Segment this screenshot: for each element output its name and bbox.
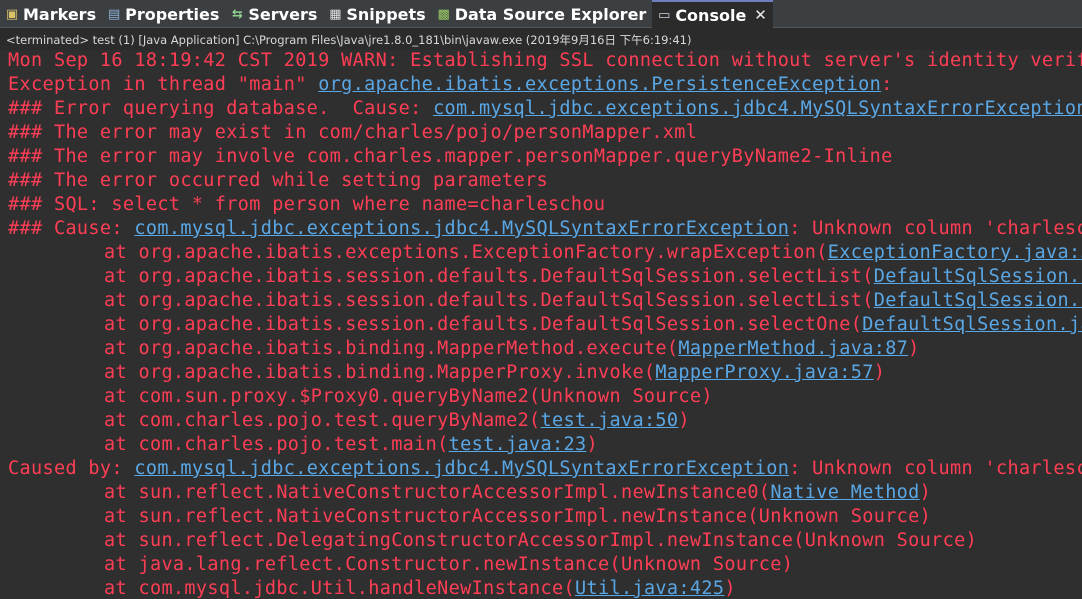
console-text: ) <box>678 410 690 431</box>
stacktrace-link[interactable]: org.apache.ibatis.exceptions.Persistence… <box>318 74 881 95</box>
console-icon: ▭ <box>658 7 671 23</box>
console-line: at sun.reflect.NativeConstructorAccessor… <box>104 505 931 529</box>
tab-snippets[interactable]: ▦ Snippets <box>323 0 431 28</box>
console-text: ) <box>919 482 932 503</box>
servers-icon: ⇆ <box>231 6 243 22</box>
stacktrace-link[interactable]: Native Method <box>770 482 919 503</box>
console-text: ### The error may involve com.charles.ma… <box>8 146 893 167</box>
tab-label: Data Source Explorer <box>454 4 647 24</box>
stacktrace-link[interactable]: test.java:23 <box>449 434 587 455</box>
tab-label: Servers <box>248 4 318 24</box>
stacktrace-link[interactable]: com.mysql.jdbc.exceptions.jdbc4.MySQLSyn… <box>134 458 789 479</box>
tab-console[interactable]: ▭ Console ✕ <box>652 0 773 28</box>
console-line: ### The error may involve com.charles.ma… <box>8 145 893 169</box>
console-text: : Unknown column 'charleschou' <box>789 218 1082 239</box>
stacktrace-link[interactable]: MapperMethod.java:87 <box>678 338 908 359</box>
console-text: ### The error occurred while setting par… <box>8 170 548 191</box>
console-line: ### SQL: select * from person where name… <box>8 193 605 217</box>
console-text: at sun.reflect.NativeConstructorAccessor… <box>104 506 932 527</box>
console-text: ) <box>586 434 598 455</box>
console-line: Exception in thread "main" org.apache.ib… <box>8 73 893 97</box>
console-text: ) <box>724 578 736 599</box>
console-line: at org.apache.ibatis.session.defaults.De… <box>104 265 1082 289</box>
tab-servers[interactable]: ⇆ Servers <box>225 0 323 28</box>
console-line: at com.charles.pojo.test.main(test.java:… <box>104 433 598 457</box>
console-text: at org.apache.ibatis.binding.MapperMetho… <box>104 338 679 359</box>
console-line: at sun.reflect.DelegatingConstructorAcce… <box>104 529 977 553</box>
console-process-status: <terminated> test (1) [Java Application]… <box>0 28 1082 50</box>
console-text: at org.apache.ibatis.session.defaults.De… <box>104 290 874 311</box>
console-line: at com.charles.pojo.test.queryByName2(te… <box>104 409 690 433</box>
console-line: at org.apache.ibatis.binding.MapperMetho… <box>104 337 920 361</box>
console-line: Mon Sep 16 18:19:42 CST 2019 WARN: Estab… <box>8 50 1082 73</box>
console-text: at org.apache.ibatis.binding.MapperProxy… <box>104 362 656 383</box>
stacktrace-link[interactable]: MapperProxy.java:57 <box>655 362 873 383</box>
console-line: ### The error may exist in com/charles/p… <box>8 121 697 145</box>
console-line: at org.apache.ibatis.session.defaults.De… <box>104 313 1082 337</box>
console-text: ### The error may exist in com/charles/p… <box>8 122 698 143</box>
console-text: ### SQL: select * from person where name… <box>8 194 606 215</box>
tab-label: Snippets <box>346 4 426 24</box>
tab-markers[interactable]: ▣ Markers <box>0 0 102 28</box>
console-line: at sun.reflect.NativeConstructorAccessor… <box>104 481 931 505</box>
stacktrace-link[interactable]: Util.java:425 <box>575 578 724 599</box>
stacktrace-link[interactable]: DefaultSqlSession.java:150 <box>874 266 1082 287</box>
console-line: ### Error querying database. Cause: com.… <box>8 97 1082 121</box>
console-text: ) <box>873 362 886 383</box>
console-line: ### The error occurred while setting par… <box>8 169 548 193</box>
tab-data-source-explorer[interactable]: ▩ Data Source Explorer <box>432 0 653 28</box>
console-text: ) <box>908 338 920 359</box>
console-text: at com.charles.pojo.test.main( <box>104 434 449 455</box>
console-line: Caused by: com.mysql.jdbc.exceptions.jdb… <box>8 457 1082 481</box>
console-text: Mon Sep 16 18:19:42 CST 2019 WARN: Estab… <box>8 50 1082 71</box>
console-text: ### Error querying database. Cause: <box>8 98 434 119</box>
console-text: at com.mysql.jdbc.Util.handleNewInstance… <box>104 578 576 599</box>
stacktrace-link[interactable]: com.mysql.jdbc.exceptions.jdbc4.MySQLSyn… <box>134 218 789 239</box>
view-tab-bar: ▣ Markers ▤ Properties ⇆ Servers ▦ Snippets ▩ Dat… <box>0 0 1082 28</box>
console-line: at com.mysql.jdbc.Util.handleNewInstance… <box>104 577 736 599</box>
close-icon[interactable]: ✕ <box>754 6 767 24</box>
tab-properties[interactable]: ▤ Properties <box>102 0 225 28</box>
console-line: at org.apache.ibatis.session.defaults.De… <box>104 289 1082 313</box>
console-text: Caused by: <box>8 458 135 479</box>
console-line: at org.apache.ibatis.binding.MapperProxy… <box>104 361 885 385</box>
console-text: at org.apache.ibatis.session.defaults.De… <box>104 266 874 287</box>
console-text: : <box>881 74 893 95</box>
stacktrace-link[interactable]: com.mysql.jdbc.exceptions.jdbc4.MySQLSyn… <box>433 98 1082 119</box>
console-line: at com.sun.proxy.$Proxy0.queryByName2(Un… <box>104 385 713 409</box>
stacktrace-link[interactable]: test.java:50 <box>541 410 679 431</box>
console-text: at org.apache.ibatis.session.defaults.De… <box>104 314 863 335</box>
console-line: at java.lang.reflect.Constructor.newInst… <box>104 553 793 577</box>
console-text: at org.apache.ibatis.exceptions.Exceptio… <box>104 242 828 263</box>
console-line: at org.apache.ibatis.exceptions.Exceptio… <box>104 241 1082 265</box>
console-text: Exception in thread "main" <box>8 74 319 95</box>
stacktrace-link[interactable]: ExceptionFactory.java:30 <box>828 242 1082 263</box>
properties-icon: ▤ <box>107 6 121 22</box>
snippets-icon: ▦ <box>329 6 342 22</box>
tab-label: Markers <box>23 4 97 24</box>
tab-label: Console <box>675 5 747 25</box>
console-text: at sun.reflect.NativeConstructorAccessor… <box>104 482 771 503</box>
console-text: at java.lang.reflect.Constructor.newInst… <box>104 554 794 575</box>
tab-label: Properties <box>125 4 220 24</box>
markers-icon: ▣ <box>5 6 19 22</box>
stacktrace-link[interactable]: DefaultSqlSession.java:141 <box>874 290 1082 311</box>
data-source-explorer-icon: ▩ <box>437 6 450 22</box>
console-output[interactable]: Mon Sep 16 18:19:42 CST 2019 WARN: Estab… <box>0 50 1082 599</box>
console-text: : Unknown column 'charleschou' <box>789 458 1082 479</box>
console-text: at sun.reflect.DelegatingConstructorAcce… <box>104 530 978 551</box>
console-line: ### Cause: com.mysql.jdbc.exceptions.jdb… <box>8 217 1082 241</box>
console-text: ### Cause: <box>8 218 135 239</box>
console-text: at com.sun.proxy.$Proxy0.queryByName2(Un… <box>104 386 713 407</box>
stacktrace-link[interactable]: DefaultSqlSession.java:77 <box>862 314 1082 335</box>
console-text: at com.charles.pojo.test.queryByName2( <box>104 410 541 431</box>
